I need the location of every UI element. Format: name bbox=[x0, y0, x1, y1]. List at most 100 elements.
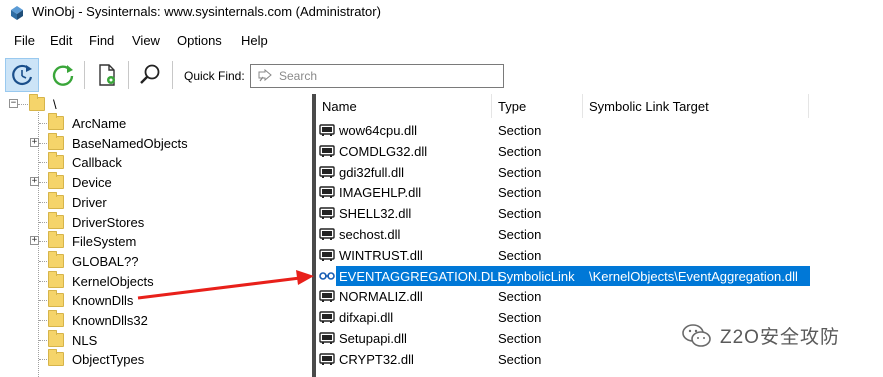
tree-item-label: KnownDlls bbox=[72, 292, 134, 308]
folder-icon bbox=[48, 113, 64, 130]
search-placeholder: Search bbox=[279, 69, 318, 83]
cell-name: SHELL32.dll bbox=[339, 206, 412, 221]
cell-type: Section bbox=[498, 165, 542, 180]
tree-expand-toggle[interactable]: + bbox=[30, 138, 39, 147]
list-row[interactable]: WINTRUST.dll Section bbox=[316, 245, 883, 266]
tree-item[interactable]: ObjectTypes bbox=[48, 349, 144, 369]
column-header-symlink-target[interactable]: Symbolic Link Target bbox=[583, 94, 809, 118]
section-icon bbox=[319, 332, 335, 344]
title-bar: WinObj - Sysinternals: www.sysinternals.… bbox=[0, 0, 883, 25]
folder-icon bbox=[48, 290, 64, 307]
tree-expand-toggle[interactable]: + bbox=[30, 177, 39, 186]
magnifier-icon bbox=[140, 64, 160, 84]
cell-name: COMDLG32.dll bbox=[339, 144, 428, 159]
cell-name: WINTRUST.dll bbox=[339, 248, 423, 263]
toolbar-separator bbox=[172, 61, 173, 89]
section-icon bbox=[319, 186, 335, 198]
cell-name: NORMALIZ.dll bbox=[339, 289, 423, 304]
list-row[interactable]: wow64cpu.dll Section bbox=[316, 120, 883, 141]
winobj-app-icon bbox=[11, 6, 23, 20]
tree-item-label: \ bbox=[53, 96, 57, 112]
menu-help[interactable]: Help bbox=[241, 33, 268, 48]
cell-type: Section bbox=[498, 289, 542, 304]
list-row[interactable]: sechost.dll Section bbox=[316, 224, 883, 245]
tree-item-label: BaseNamedObjects bbox=[72, 135, 188, 151]
tree-item[interactable]: NLS bbox=[48, 330, 97, 350]
tree-item[interactable]: ArcName bbox=[48, 113, 126, 133]
cell-name: EVENTAGGREGATION.DLL bbox=[339, 269, 505, 284]
window-title: WinObj - Sysinternals: www.sysinternals.… bbox=[32, 4, 381, 19]
list-row[interactable]: EVENTAGGREGATION.DLL SymbolicLink \KernelO… bbox=[316, 266, 883, 287]
folder-icon bbox=[29, 94, 45, 111]
section-icon bbox=[319, 145, 335, 157]
auto-refresh-button[interactable] bbox=[5, 58, 39, 92]
list-row[interactable]: SHELL32.dll Section bbox=[316, 203, 883, 224]
tree-item-label: Device bbox=[72, 174, 112, 190]
tree-item-label: FileSystem bbox=[72, 233, 137, 249]
cell-type: Section bbox=[498, 227, 542, 242]
cell-name: difxapi.dll bbox=[339, 310, 394, 325]
tree-item[interactable]: Device bbox=[48, 172, 112, 192]
list-row[interactable]: CRYPT32.dll Section bbox=[316, 349, 883, 370]
quick-find-input[interactable]: Search bbox=[250, 64, 504, 88]
toolbar-separator bbox=[84, 61, 85, 89]
document-gear-icon bbox=[99, 64, 115, 86]
folder-icon bbox=[48, 133, 64, 150]
folder-icon bbox=[48, 192, 64, 209]
refresh-button[interactable] bbox=[46, 58, 80, 92]
properties-button[interactable] bbox=[90, 58, 124, 92]
tree-item-label: KnownDlls32 bbox=[72, 312, 148, 328]
section-icon bbox=[319, 228, 335, 240]
folder-icon bbox=[48, 212, 64, 229]
menu-edit[interactable]: Edit bbox=[50, 33, 72, 48]
tree-expand-toggle[interactable]: + bbox=[30, 236, 39, 245]
tree-item[interactable]: DriverStores bbox=[48, 212, 144, 232]
tree-item-label: DriverStores bbox=[72, 214, 145, 230]
menu-options[interactable]: Options bbox=[177, 33, 222, 48]
list-row[interactable]: IMAGEHLP.dll Section bbox=[316, 182, 883, 203]
tree-item-label: ArcName bbox=[72, 115, 127, 131]
tree-item[interactable]: KnownDlls bbox=[48, 290, 133, 310]
folder-icon bbox=[48, 172, 64, 189]
section-icon bbox=[319, 290, 335, 302]
tree-item[interactable]: BaseNamedObjects bbox=[48, 133, 188, 153]
tree-item-label: ObjectTypes bbox=[72, 351, 145, 367]
tree-item-label: NLS bbox=[72, 332, 98, 348]
tree-item[interactable]: Callback bbox=[48, 152, 122, 172]
watermark: Z2O安全攻防 bbox=[682, 322, 840, 349]
section-icon bbox=[319, 353, 335, 365]
tree-item[interactable]: KernelObjects bbox=[48, 271, 154, 291]
cell-type: Section bbox=[498, 331, 542, 346]
menu-view[interactable]: View bbox=[132, 33, 160, 48]
list-row[interactable]: gdi32full.dll Section bbox=[316, 162, 883, 183]
column-header-type[interactable]: Type bbox=[492, 94, 583, 118]
column-header-name[interactable]: Name bbox=[316, 94, 492, 118]
search-icon bbox=[258, 69, 272, 82]
folder-icon bbox=[48, 349, 64, 366]
quick-find-label: Quick Find: bbox=[184, 69, 245, 83]
cell-type: Section bbox=[498, 352, 542, 367]
cell-name: gdi32full.dll bbox=[339, 165, 405, 180]
tree-item[interactable]: Driver bbox=[48, 192, 107, 212]
tree-connector bbox=[18, 104, 28, 105]
section-icon bbox=[319, 166, 335, 178]
tree-item[interactable]: FileSystem bbox=[48, 231, 136, 251]
section-icon bbox=[319, 124, 335, 136]
cell-type: Section bbox=[498, 248, 542, 263]
folder-icon bbox=[48, 231, 64, 248]
find-button[interactable] bbox=[133, 58, 167, 92]
cell-type: Section bbox=[498, 123, 542, 138]
tree-item[interactable]: KnownDlls32 bbox=[48, 310, 148, 330]
tree-item[interactable]: GLOBAL?? bbox=[48, 251, 139, 271]
root-collapse-toggle[interactable]: − bbox=[9, 99, 18, 108]
tree-item-root[interactable]: \ bbox=[29, 94, 57, 114]
cell-type: SymbolicLink bbox=[498, 269, 575, 284]
list-row[interactable]: NORMALIZ.dll Section bbox=[316, 286, 883, 307]
menu-file[interactable]: File bbox=[14, 33, 35, 48]
menu-find[interactable]: Find bbox=[89, 33, 114, 48]
section-icon bbox=[319, 311, 335, 323]
list-row[interactable]: COMDLG32.dll Section bbox=[316, 141, 883, 162]
object-tree: − \ ArcName + BaseNamedObjects Callback + Dev… bbox=[0, 94, 312, 377]
tree-item-label: Callback bbox=[72, 154, 122, 170]
section-icon bbox=[319, 207, 335, 219]
